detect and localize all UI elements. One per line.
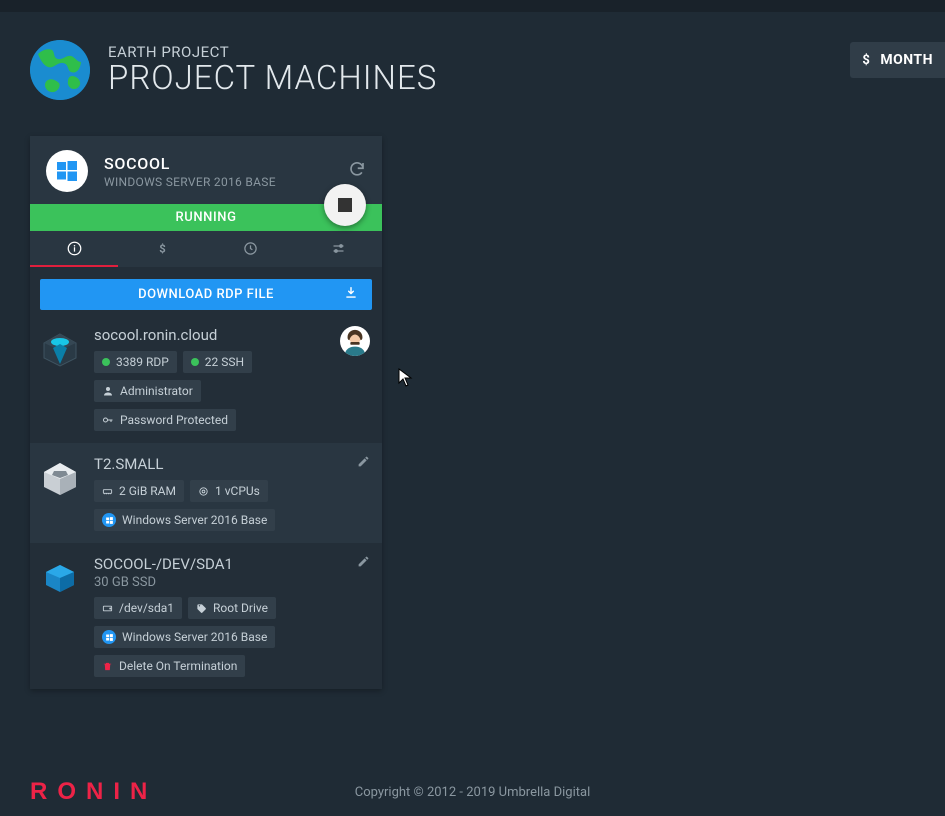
monthly-cost-button[interactable]: $ MONTH — [850, 42, 945, 78]
instance-os-badge: Windows Server 2016 Base — [94, 509, 275, 531]
download-rdp-button[interactable]: DOWNLOAD RDP FILE — [40, 279, 372, 310]
refresh-button[interactable] — [348, 160, 366, 182]
tab-info[interactable] — [30, 231, 118, 267]
machine-card: SOCOOL WINDOWS SERVER 2016 BASE RUNNING … — [30, 136, 382, 689]
cpu-badge: 1 vCPUs — [190, 480, 268, 502]
status-dot-icon — [191, 358, 199, 366]
windows-icon — [102, 513, 116, 527]
status-dot-icon — [102, 358, 110, 366]
stop-button[interactable] — [324, 184, 366, 226]
machine-tabs: $ — [30, 231, 382, 267]
user-badge: Administrator — [94, 380, 201, 402]
user-icon — [102, 385, 114, 397]
tab-settings[interactable] — [294, 231, 382, 267]
ram-badge: 2 GiB RAM — [94, 480, 184, 502]
trash-icon — [102, 661, 113, 672]
monthly-cost-label: MONTH — [880, 52, 933, 68]
instance-type-icon — [40, 457, 80, 497]
disk-icon — [102, 603, 113, 614]
edit-instance-button[interactable] — [357, 453, 370, 472]
volume-role-badge: Root Drive — [188, 597, 276, 619]
stop-icon — [338, 198, 352, 212]
memory-icon — [102, 486, 113, 497]
delete-on-termination-badge: Delete On Termination — [94, 655, 245, 677]
port-ssh-badge: 22 SSH — [183, 351, 252, 373]
owner-avatar[interactable] — [340, 326, 370, 356]
tag-icon — [196, 603, 207, 614]
page-title: PROJECT MACHINES — [108, 59, 915, 98]
instance-type: T2.SMALL — [94, 455, 372, 473]
windows-icon — [102, 630, 116, 644]
key-icon — [102, 414, 114, 426]
volume-mount-badge: /dev/sda1 — [94, 597, 182, 619]
mouse-cursor — [398, 368, 414, 392]
earth-icon — [30, 40, 90, 100]
port-rdp-badge: 3389 RDP — [94, 351, 177, 373]
tab-cost[interactable]: $ — [118, 231, 206, 267]
os-icon — [46, 150, 88, 192]
cpu-icon — [198, 486, 209, 497]
download-rdp-label: DOWNLOAD RDP FILE — [138, 287, 274, 302]
machine-os: WINDOWS SERVER 2016 BASE — [104, 175, 332, 189]
network-icon — [40, 328, 80, 368]
volume-icon — [40, 557, 80, 597]
download-icon — [344, 286, 358, 304]
auth-badge: Password Protected — [94, 409, 236, 431]
dollar-icon: $ — [862, 53, 870, 68]
svg-text:$: $ — [159, 242, 165, 255]
brand-logo: RONIN — [30, 778, 157, 806]
volume-desc: 30 GB SSD — [94, 575, 372, 590]
page-header: EARTH PROJECT PROJECT MACHINES — [0, 12, 945, 110]
tab-schedule[interactable] — [206, 231, 294, 267]
volume-name: SOCOOL-/DEV/SDA1 — [94, 555, 372, 573]
edit-volume-button[interactable] — [357, 553, 370, 572]
volume-os-badge: Windows Server 2016 Base — [94, 626, 275, 648]
machine-name: SOCOOL — [104, 154, 332, 173]
hostname: socool.ronin.cloud — [94, 326, 372, 344]
